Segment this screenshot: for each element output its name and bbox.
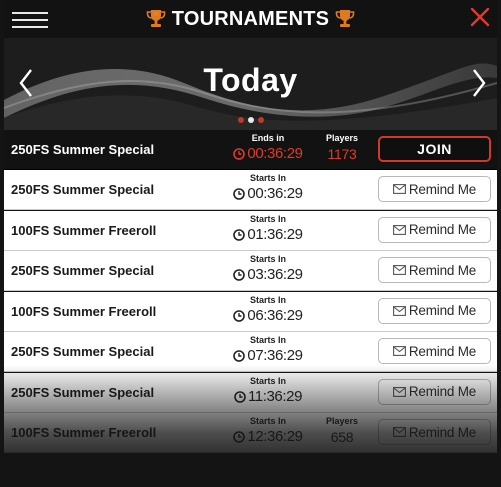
envelope-icon [392, 427, 406, 437]
remind-me-label: Remind Me [408, 222, 477, 237]
time-value-group: 03:36:29 [233, 265, 303, 285]
time-block: Starts In 01:36:29 [233, 214, 303, 245]
tournament-row: 250FS Summer Special Starts In 03:36:29 Rem… [4, 251, 497, 291]
clock-icon [233, 309, 246, 322]
time-value: 11:36:29 [247, 387, 303, 405]
tournament-row: 100FS Summer Freeroll Starts In 01:36:29 Re… [4, 210, 497, 251]
tournament-row: 250FS Summer Special Starts In 00:36:29 Rem… [4, 170, 497, 210]
envelope-icon [392, 305, 406, 316]
time-label: Starts In [249, 416, 286, 426]
time-value: 00:36:29 [247, 145, 303, 162]
time-block: Starts In 11:36:29 [233, 376, 303, 407]
time-value: 12:36:29 [247, 428, 303, 445]
tournament-row: 250FS Summer Special Starts In 07:36:29 Rem… [4, 332, 497, 372]
envelope-icon [392, 184, 406, 194]
time-label: Starts In [249, 254, 286, 264]
remind-me-button[interactable]: Remind Me [378, 419, 491, 445]
tournament-name: 100FS Summer Freeroll [11, 303, 157, 319]
tournaments-screen: TOURNAMENTS Today 250FS Summer Special E… [4, 0, 497, 487]
time-value-group: 11:36:29 [233, 387, 303, 407]
players-label: Players [325, 133, 359, 143]
envelope-icon [392, 265, 406, 275]
time-label: Starts In [249, 335, 286, 345]
close-icon[interactable] [469, 6, 491, 28]
page-dot-active[interactable] [247, 117, 254, 123]
envelope-icon [392, 386, 406, 397]
players-count: 658 [330, 429, 354, 445]
page-title: TOURNAMENTS [171, 7, 330, 30]
trophy-icon [146, 10, 166, 27]
remind-me-button[interactable]: Remind Me [378, 297, 491, 324]
time-block: Starts In 03:36:29 [233, 254, 303, 285]
envelope-icon [392, 224, 406, 235]
clock-icon [234, 390, 246, 403]
players-count: 1173 [327, 146, 357, 162]
remind-me-button[interactable]: Remind Me [378, 216, 491, 243]
page-dot[interactable] [237, 117, 244, 123]
time-value-group: 07:36:29 [233, 346, 303, 366]
clock-icon [233, 148, 246, 160]
tournament-row: 100FS Summer Freeroll Starts In 12:36:29 Pl… [4, 413, 497, 453]
time-value: 01:36:29 [247, 225, 303, 243]
remind-me-button[interactable]: Remind Me [378, 338, 491, 364]
players-block: Players 1173 [319, 133, 365, 164]
remind-me-label: Remind Me [408, 262, 477, 278]
top-bar: TOURNAMENTS [4, 0, 497, 38]
clock-icon [233, 228, 246, 241]
time-value-group: 06:36:29 [233, 306, 303, 326]
clock-icon [233, 188, 246, 200]
join-button[interactable]: JOIN [378, 136, 491, 162]
remind-me-button[interactable]: Remind Me [378, 176, 491, 202]
players-block: Players 658 [319, 416, 365, 447]
time-value: 06:36:29 [247, 306, 303, 324]
tournament-name: 100FS Summer Freeroll [11, 222, 157, 238]
tournament-name: 250FS Summer Special [11, 344, 155, 359]
time-label: Starts In [249, 294, 286, 305]
time-value: 00:36:29 [247, 185, 303, 202]
players-label: Players [325, 416, 359, 426]
time-block: Starts In 12:36:29 [233, 416, 303, 447]
time-value-group: 00:36:29 [233, 144, 303, 164]
tournament-name: 250FS Summer Special [11, 182, 155, 197]
time-label: Starts In [249, 213, 286, 224]
remind-me-label: Remind Me [408, 343, 477, 359]
time-value-group: 00:36:29 [233, 184, 303, 204]
tournament-row: 100FS Summer Freeroll Starts In 06:36:29 Re… [4, 291, 497, 332]
remind-me-label: Remind Me [408, 181, 477, 197]
clock-icon [233, 350, 246, 362]
page-dot[interactable] [257, 117, 264, 123]
remind-me-label: Remind Me [408, 384, 477, 399]
time-block: Ends in 00:36:29 [233, 133, 303, 164]
tournament-name: 100FS Summer Freeroll [11, 425, 157, 440]
tournament-name: 250FS Summer Special [11, 142, 155, 157]
time-value: 03:36:29 [247, 266, 303, 283]
time-value-group: 01:36:29 [233, 225, 303, 245]
time-label: Starts In [249, 173, 286, 183]
remind-me-label: Remind Me [408, 303, 477, 318]
page-indicator [4, 117, 497, 123]
remind-me-button[interactable]: Remind Me [378, 257, 491, 283]
time-label: Starts In [249, 375, 286, 386]
page-title-group: TOURNAMENTS [4, 0, 497, 38]
day-banner: Today [4, 38, 497, 130]
banner-day-title: Today [203, 62, 298, 98]
clock-icon [233, 269, 246, 281]
time-block: Starts In 06:36:29 [233, 295, 303, 326]
time-value-group: 12:36:29 [233, 427, 303, 447]
time-label: Ends in [251, 133, 285, 143]
live-tournament-row: 250FS Summer Special Ends in 00:36:29 Pl… [4, 130, 497, 170]
clock-icon [233, 431, 246, 443]
chevron-right-icon[interactable] [471, 68, 487, 98]
tournament-name: 250FS Summer Special [11, 384, 155, 400]
time-block: Starts In 00:36:29 [233, 173, 303, 204]
time-value: 07:36:29 [247, 347, 303, 364]
tournament-row: 250FS Summer Special Starts In 11:36:29 Rem… [4, 372, 497, 413]
remind-me-label: Remind Me [408, 424, 477, 440]
tournament-name: 250FS Summer Special [11, 263, 155, 278]
time-block: Starts In 07:36:29 [233, 335, 303, 366]
trophy-icon [335, 10, 355, 27]
remind-me-button[interactable]: Remind Me [378, 378, 491, 405]
envelope-icon [392, 346, 406, 356]
